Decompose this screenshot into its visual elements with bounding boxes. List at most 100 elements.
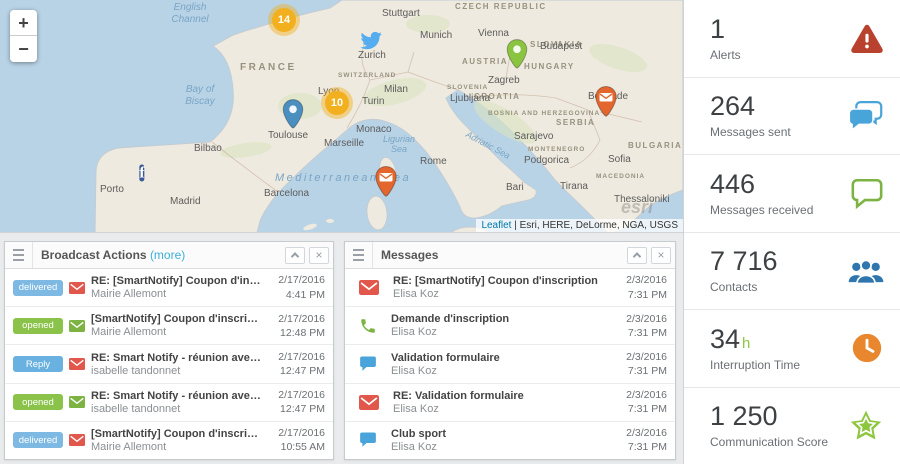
- messages-sent-label: Messages sent: [710, 125, 791, 140]
- broadcast-row-date: 2/17/2016: [278, 274, 325, 287]
- broadcast-row-title: RE: Smart Notify - réunion avec Christia…: [91, 351, 263, 364]
- message-row[interactable]: Demande d'inscription Elisa Koz 2/3/2016 7…: [345, 307, 675, 346]
- message-row-sender: Elisa Koz: [393, 402, 439, 415]
- mail-pin-icon: [375, 165, 397, 197]
- facebook-icon: f: [139, 164, 145, 182]
- message-row-time: 7:31 PM: [627, 441, 667, 454]
- panel-menu-icon[interactable]: [345, 242, 373, 268]
- message-row[interactable]: RE: [SmartNotify] Coupon d'inscription El…: [345, 269, 675, 308]
- broadcast-row[interactable]: opened [SmartNotify] Coupon d'inscriptio…: [5, 307, 333, 346]
- broadcast-row-sender: isabelle tandonnet: [91, 364, 181, 377]
- map-zoom-in-button[interactable]: +: [10, 10, 37, 36]
- status-badge: delivered: [13, 432, 63, 449]
- stat-messages-sent[interactable]: 264 Messages sent: [684, 78, 900, 155]
- broadcast-row[interactable]: Reply RE: Smart Notify - réunion avec Ch…: [5, 345, 333, 384]
- message-row-sender: Elisa Koz: [391, 326, 437, 339]
- message-row-time: 7:31 PM: [627, 403, 667, 416]
- status-badge: opened: [13, 317, 63, 334]
- stat-alerts[interactable]: 1 Alerts: [684, 0, 900, 78]
- broadcast-row-date: 2/17/2016: [278, 312, 325, 325]
- broadcast-row-time: 10:55 AM: [280, 441, 325, 454]
- phone-icon: [359, 317, 377, 335]
- message-row-date: 2/3/2016: [626, 427, 667, 440]
- cluster-marker-10[interactable]: 10: [321, 87, 353, 119]
- message-row-title: RE: Validation formulaire: [393, 389, 524, 402]
- broadcast-actions-panel: Broadcast Actions (more) × delivered RE:…: [4, 241, 334, 460]
- mail-pin-marker-corsica[interactable]: [374, 165, 398, 199]
- alerts-label: Alerts: [710, 47, 741, 62]
- broadcast-more-link[interactable]: (more): [150, 248, 185, 262]
- message-row-time: 7:31 PM: [627, 288, 667, 301]
- close-icon[interactable]: ×: [651, 246, 671, 264]
- stat-contacts[interactable]: 7 716 Contacts: [684, 233, 900, 310]
- broadcast-row-time: 4:41 PM: [285, 288, 325, 301]
- message-row-date: 2/3/2016: [626, 274, 667, 287]
- leaflet-link[interactable]: Leaflet: [481, 220, 511, 231]
- collapse-button[interactable]: [285, 246, 305, 264]
- message-row[interactable]: Validation formulaire Elisa Koz 2/3/2016 7…: [345, 345, 675, 384]
- status-badge: Reply: [13, 356, 63, 372]
- map-zoom-control: + −: [10, 10, 37, 62]
- contacts-label: Contacts: [710, 280, 758, 295]
- broadcast-row[interactable]: delivered [SmartNotify] Coupon d'inscrip…: [5, 422, 333, 459]
- mail-icon: [69, 434, 85, 447]
- broadcast-row-sender: isabelle tandonnet: [91, 402, 181, 415]
- message-row-time: 7:31 PM: [627, 365, 667, 377]
- mail-pin-marker-belgrade[interactable]: [594, 85, 618, 119]
- stat-interruption-time[interactable]: 34 h Interruption Time: [684, 310, 900, 388]
- facebook-marker[interactable]: f: [139, 163, 145, 184]
- alert-icon: [850, 21, 884, 55]
- message-row-title: Demande d'inscription: [391, 313, 510, 326]
- attribution-text: | Esri, HERE, DeLorme, NGA, USGS: [511, 220, 678, 231]
- map-pin-icon: [506, 39, 528, 69]
- message-row[interactable]: RE: Validation formulaire Elisa Koz 2/3/2…: [345, 384, 675, 422]
- stats-sidebar: 1 Alerts 264 Messages sent 446 Messages …: [683, 0, 900, 464]
- messages-sent-value: 264: [710, 91, 756, 122]
- dashboard: FRANCE SWITZERLAND AUSTRIA HUNGARY SLOVA…: [0, 0, 900, 464]
- message-row-date: 2/3/2016: [626, 350, 667, 363]
- people-icon: [848, 255, 884, 287]
- map-zoom-out-button[interactable]: −: [10, 36, 37, 62]
- interruption-time-unit: h: [742, 334, 751, 352]
- broadcast-row-title: [SmartNotify] Coupon d'inscription: [91, 427, 263, 440]
- mail-icon: [69, 358, 85, 370]
- broadcast-row-sender: Mairie Allemont: [91, 440, 167, 453]
- broadcast-row-date: 2/17/2016: [278, 427, 325, 440]
- cluster-count: 14: [272, 8, 296, 32]
- pin-marker-hungary[interactable]: [506, 38, 529, 71]
- mail-icon: [359, 394, 379, 410]
- collapse-button[interactable]: [627, 246, 647, 264]
- panel-menu-icon[interactable]: [5, 242, 33, 268]
- message-row-sender: Elisa Koz: [391, 440, 437, 453]
- twitter-marker[interactable]: [360, 30, 383, 53]
- map[interactable]: FRANCE SWITZERLAND AUSTRIA HUNGARY SLOVA…: [0, 0, 683, 233]
- pin-marker-toulouse[interactable]: [282, 98, 305, 131]
- messages-received-value: 446: [710, 168, 756, 199]
- status-badge: opened: [13, 394, 63, 411]
- map-pin-icon: [282, 99, 304, 129]
- interruption-time-value: 34 h: [710, 324, 850, 355]
- message-row-time: 7:31 PM: [627, 326, 667, 339]
- messages-panel-header: Messages ×: [345, 242, 675, 269]
- chat-bubble-icon: [850, 176, 884, 210]
- mail-pin-icon: [595, 85, 617, 117]
- status-badge: delivered: [13, 279, 63, 296]
- message-row[interactable]: Club sport Elisa Koz 2/3/2016 7:31 PM: [345, 422, 675, 459]
- clock-icon: [850, 331, 884, 365]
- broadcast-row-time: 12:47 PM: [280, 365, 325, 377]
- broadcast-panel-header: Broadcast Actions (more) ×: [5, 242, 333, 269]
- cluster-marker-14[interactable]: 14: [268, 4, 300, 36]
- communication-score-label: Communication Score: [710, 435, 829, 450]
- broadcast-row-date: 2/17/2016: [278, 350, 325, 363]
- message-row-title: RE: [SmartNotify] Coupon d'inscription: [393, 275, 598, 288]
- broadcast-row[interactable]: opened RE: Smart Notify - réunion avec C…: [5, 384, 333, 422]
- broadcast-row[interactable]: delivered RE: [SmartNotify] Coupon d'ins…: [5, 269, 333, 308]
- messages-rows: RE: [SmartNotify] Coupon d'inscription El…: [345, 269, 675, 459]
- close-icon[interactable]: ×: [309, 246, 329, 264]
- stat-messages-received[interactable]: 446 Messages received: [684, 155, 900, 233]
- twitter-icon: [360, 31, 382, 50]
- star-icon: [848, 408, 884, 444]
- stat-communication-score[interactable]: 1 250 Communication Score: [684, 388, 900, 464]
- broadcast-rows: delivered RE: [SmartNotify] Coupon d'ins…: [5, 269, 333, 459]
- broadcast-row-title: RE: Smart Notify - réunion avec Christia…: [91, 389, 263, 402]
